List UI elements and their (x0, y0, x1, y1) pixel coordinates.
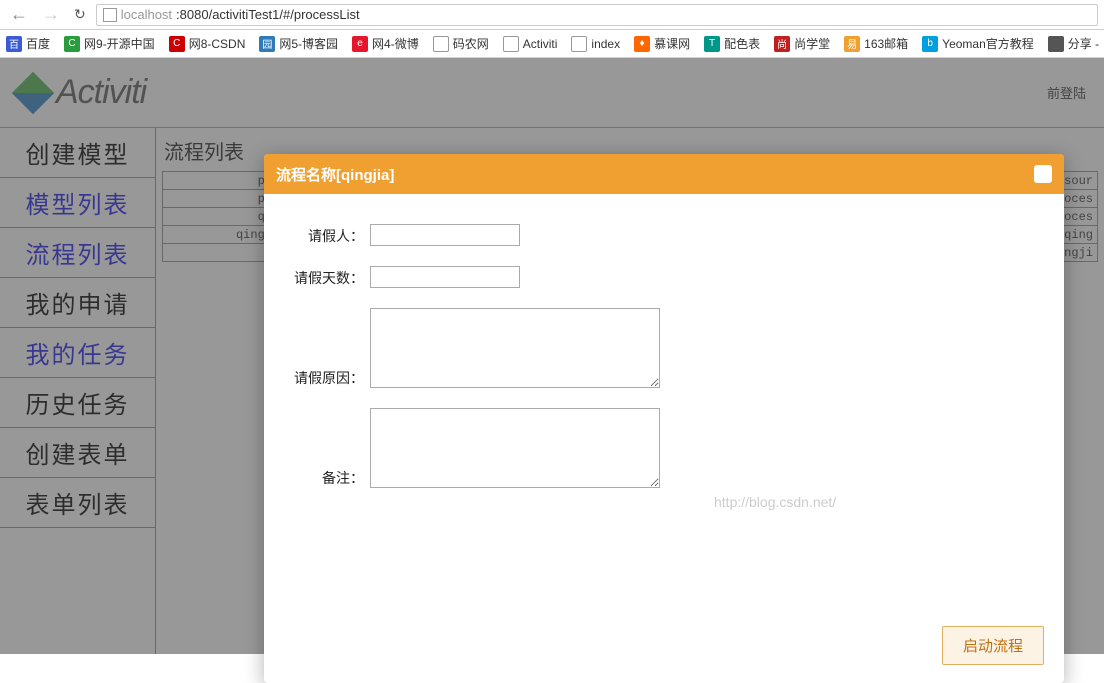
start-process-dialog: 流程名称[qingjia] 请假人： 请假天数： 请假原因： 备注： 启动流程 (264, 154, 1064, 683)
bookmark-icon (1048, 36, 1064, 52)
url-host: localhost (121, 7, 172, 22)
bookmark-label: 网9-开源中国 (84, 35, 155, 52)
bookmark-item[interactable]: index (571, 36, 620, 52)
bookmark-icon: C (169, 36, 185, 52)
bookmark-label: 分享 - (1068, 35, 1099, 52)
bookmark-label: 网5-博客园 (279, 35, 338, 52)
page-icon (103, 8, 117, 22)
bookmark-item[interactable]: C网8-CSDN (169, 35, 246, 52)
bookmark-item[interactable]: 码农网 (433, 35, 489, 52)
bookmark-label: 配色表 (724, 35, 760, 52)
bookmark-icon (571, 36, 587, 52)
applicant-label: 请假人： (284, 226, 364, 246)
bookmark-icon: e (352, 36, 368, 52)
bookmark-label: 尚学堂 (794, 35, 830, 52)
bookmark-item[interactable]: 园网5-博客园 (259, 35, 338, 52)
bookmark-label: 慕课网 (654, 35, 690, 52)
bookmark-icon: 易 (844, 36, 860, 52)
bookmark-label: index (591, 37, 620, 51)
bookmark-label: 码农网 (453, 35, 489, 52)
url-path: :8080/activitiTest1/#/processList (176, 7, 360, 22)
bookmark-icon (433, 36, 449, 52)
bookmark-item[interactable]: ♦慕课网 (634, 35, 690, 52)
close-icon[interactable] (1034, 165, 1052, 183)
bookmark-label: 网4-微博 (372, 35, 419, 52)
bookmark-item[interactable]: 易163邮箱 (844, 35, 908, 52)
bookmark-item[interactable]: C网9-开源中国 (64, 35, 155, 52)
bookmark-icon: C (64, 36, 80, 52)
browser-nav: ← → ↻ localhost :8080/activitiTest1/#/pro… (0, 0, 1104, 30)
reason-textarea[interactable] (370, 308, 660, 388)
bookmark-label: 百度 (26, 35, 50, 52)
dialog-title: 流程名称[qingjia] (276, 164, 394, 185)
bookmark-item[interactable]: bYeoman官方教程 (922, 35, 1034, 52)
dialog-header: 流程名称[qingjia] (264, 154, 1064, 194)
bookmark-item[interactable]: T配色表 (704, 35, 760, 52)
forward-button[interactable]: → (38, 4, 64, 25)
back-button[interactable]: ← (6, 4, 32, 25)
remark-label: 备注： (284, 468, 364, 488)
bookmarks-bar: 百百度C网9-开源中国C网8-CSDN园网5-博客园e网4-微博码农网Activ… (0, 30, 1104, 58)
submit-button[interactable]: 启动流程 (942, 626, 1044, 665)
bookmark-label: Yeoman官方教程 (942, 35, 1034, 52)
url-bar[interactable]: localhost :8080/activitiTest1/#/processLi… (96, 4, 1098, 26)
bookmark-icon: b (922, 36, 938, 52)
bookmark-item[interactable]: Activiti (503, 36, 558, 52)
days-label: 请假天数： (284, 268, 364, 288)
bookmark-icon: ♦ (634, 36, 650, 52)
bookmark-label: 网8-CSDN (189, 35, 246, 52)
applicant-input[interactable] (370, 224, 520, 246)
bookmark-icon: 百 (6, 36, 22, 52)
bookmark-icon: 园 (259, 36, 275, 52)
reason-label: 请假原因： (284, 368, 364, 388)
bookmark-icon: 尚 (774, 36, 790, 52)
bookmark-item[interactable]: e网4-微博 (352, 35, 419, 52)
reload-button[interactable]: ↻ (70, 6, 90, 23)
bookmark-icon (503, 36, 519, 52)
dialog-footer: 启动流程 (264, 614, 1064, 683)
app-root: Activiti 前登陆 创建模型模型列表流程列表我的申请我的任务历史任务创建表… (0, 58, 1104, 654)
bookmark-item[interactable]: 分享 - (1048, 35, 1099, 52)
remark-textarea[interactable] (370, 408, 660, 488)
bookmark-item[interactable]: 尚尚学堂 (774, 35, 830, 52)
bookmark-item[interactable]: 百百度 (6, 35, 50, 52)
bookmark-icon: T (704, 36, 720, 52)
bookmark-label: 163邮箱 (864, 35, 908, 52)
dialog-body: 请假人： 请假天数： 请假原因： 备注： (264, 194, 1064, 614)
days-input[interactable] (370, 266, 520, 288)
bookmark-label: Activiti (523, 37, 558, 51)
